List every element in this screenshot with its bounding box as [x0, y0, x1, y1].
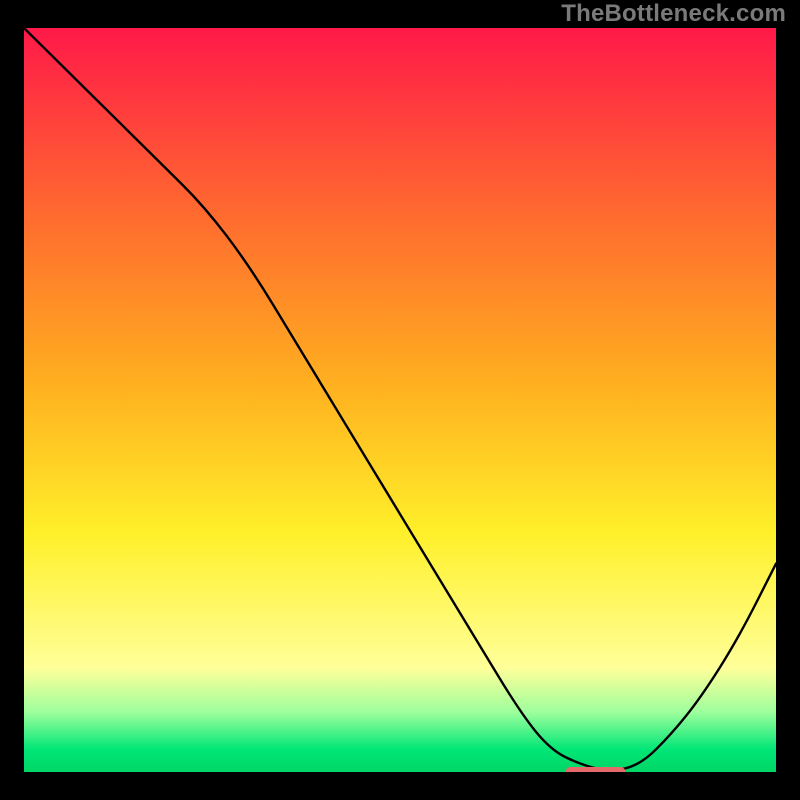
sweet-spot-marker [565, 767, 625, 772]
plot-area [24, 28, 776, 772]
watermark-text: TheBottleneck.com [561, 0, 786, 28]
bottleneck-chart [24, 28, 776, 772]
chart-frame: TheBottleneck.com [0, 0, 800, 800]
